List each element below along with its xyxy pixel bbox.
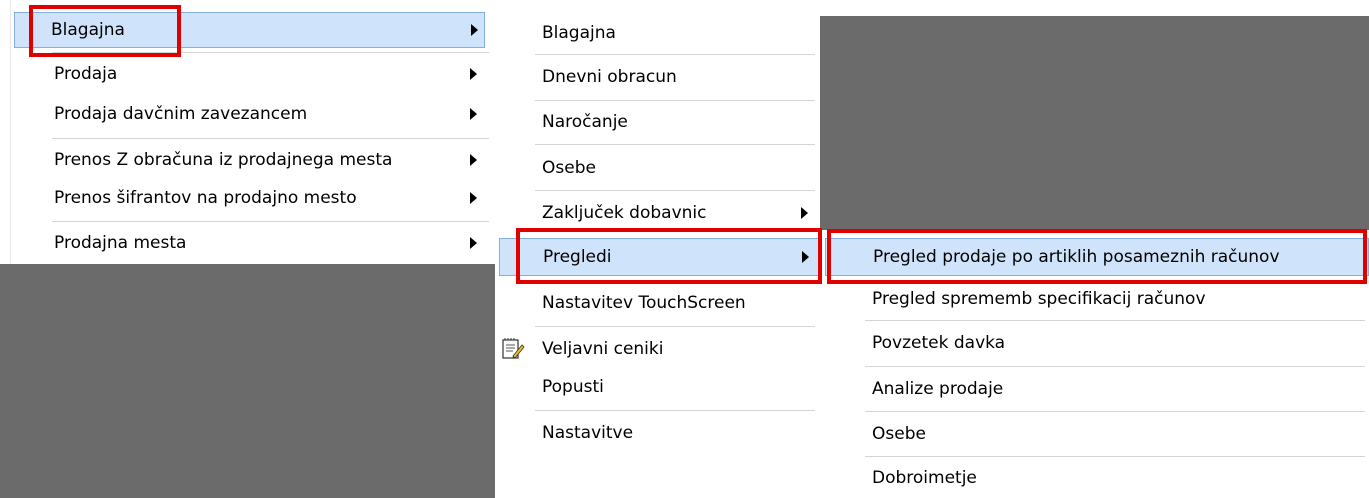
menu-separator [865,366,1365,367]
submenu-arrow-icon [470,68,477,80]
menu-separator [865,320,1365,321]
menu-separator [535,54,815,55]
menu-separator [535,144,815,145]
menu-item-label: Analize prodaje [872,379,1004,399]
menu-separator [535,410,815,411]
submenu-arrow-icon [470,108,477,120]
menu-item-blagajna[interactable]: Blagajna [14,12,485,48]
submenu-arrow-icon [470,192,477,204]
menu-item-osebe[interactable]: Osebe [495,150,820,186]
menu-item-dnevni-obracun[interactable]: Dnevni obracun [495,60,820,94]
menu-item-label: Dnevni obracun [542,67,677,87]
menu-item-veljavni-ceniki[interactable]: Veljavni ceniki [495,332,820,366]
menu-item-label: Prodaja [54,64,118,84]
menu-item-label: Zaključek dobavnic [542,203,707,223]
menu-item-label: Pregledi [543,247,612,267]
menu-item-label: Naročanje [542,112,628,132]
desktop-background [820,16,1369,230]
menu-item-label: Dobroimetje [872,468,977,488]
menu-item-povzetek-davka[interactable]: Povzetek davka [825,326,1369,360]
menu-separator [52,52,489,53]
pregledi-submenu: Pregled prodaje po artiklih posameznih r… [825,230,1369,498]
menu-item-pregled-prodaje[interactable]: Pregled prodaje po artiklih posameznih r… [825,238,1369,276]
menu-item-label: Veljavni ceniki [542,339,664,359]
notepad-pencil-icon [501,337,525,361]
menu-separator [535,190,815,191]
menu-item-prenos-sifrantov[interactable]: Prenos šifrantov na prodajno mesto [14,183,485,213]
screen: { "menu1": { "items": ["Blagajna","Proda… [0,0,1369,498]
menu-item-analize-prodaje[interactable]: Analize prodaje [825,372,1369,406]
submenu-arrow-icon [801,207,808,219]
menu-item-nastavitve[interactable]: Nastavitve [495,416,820,450]
menu-separator [535,326,815,327]
menu-item-blagajna[interactable]: Blagajna [495,16,820,50]
menu-item-label: Popusti [542,377,604,397]
menu-separator [865,456,1365,457]
menu-item-prodaja-davcnim[interactable]: Prodaja davčnim zavezancem [14,99,485,129]
menu-separator [535,100,815,101]
menu-item-label: Prenos Z obračuna iz prodajnega mesta [54,150,393,170]
menu-item-nastavitev-touchscreen[interactable]: Nastavitev TouchScreen [495,286,820,320]
menu-separator [52,138,489,139]
menu-item-dobroimetje[interactable]: Dobroimetje [825,461,1369,495]
menu-item-prenos-z[interactable]: Prenos Z obračuna iz prodajnega mesta [14,145,485,175]
menu-item-label: Prodajna mesta [54,233,187,253]
menu-item-label: Povzetek davka [872,333,1006,353]
blagajna-submenu: Blagajna Dnevni obracun Naročanje Osebe … [495,0,820,498]
menu-item-narocanje[interactable]: Naročanje [495,105,820,139]
submenu-arrow-icon [802,251,809,263]
menu-gutter [0,0,11,264]
menu-item-label: Blagajna [51,20,125,40]
submenu-arrow-icon [470,154,477,166]
menu-item-pregled-sprememb[interactable]: Pregled sprememb specifikacij računov [825,282,1369,316]
menu-item-label: Osebe [872,424,926,444]
menu-item-label: Pregled prodaje po artiklih posameznih r… [873,247,1280,267]
submenu-arrow-icon [470,237,477,249]
menu-item-label: Nastavitve [542,423,634,443]
menu-item-label: Blagajna [542,23,616,43]
menu-item-prodaja[interactable]: Prodaja [14,59,485,89]
menu-item-label: Pregled sprememb specifikacij računov [872,289,1206,309]
menu-separator [865,411,1365,412]
menu-separator [52,221,489,222]
menu-item-prodajna-mesta[interactable]: Prodajna mesta [14,228,485,258]
main-menu: Blagajna Prodaja Prodaja davčnim zavezan… [0,0,495,264]
menu-item-label: Prenos šifrantov na prodajno mesto [54,188,357,208]
menu-item-osebe[interactable]: Osebe [825,417,1369,451]
submenu-arrow-icon [471,24,478,36]
menu-item-label: Prodaja davčnim zavezancem [54,104,308,124]
desktop-background [0,264,495,498]
menu-item-popusti[interactable]: Popusti [495,370,820,404]
menu-item-label: Nastavitev TouchScreen [542,293,746,313]
menu-item-pregledi[interactable]: Pregledi [499,238,820,276]
menu-item-label: Osebe [542,158,596,178]
menu-item-zakljucek-dobavnic[interactable]: Zaključek dobavnic [495,196,820,230]
